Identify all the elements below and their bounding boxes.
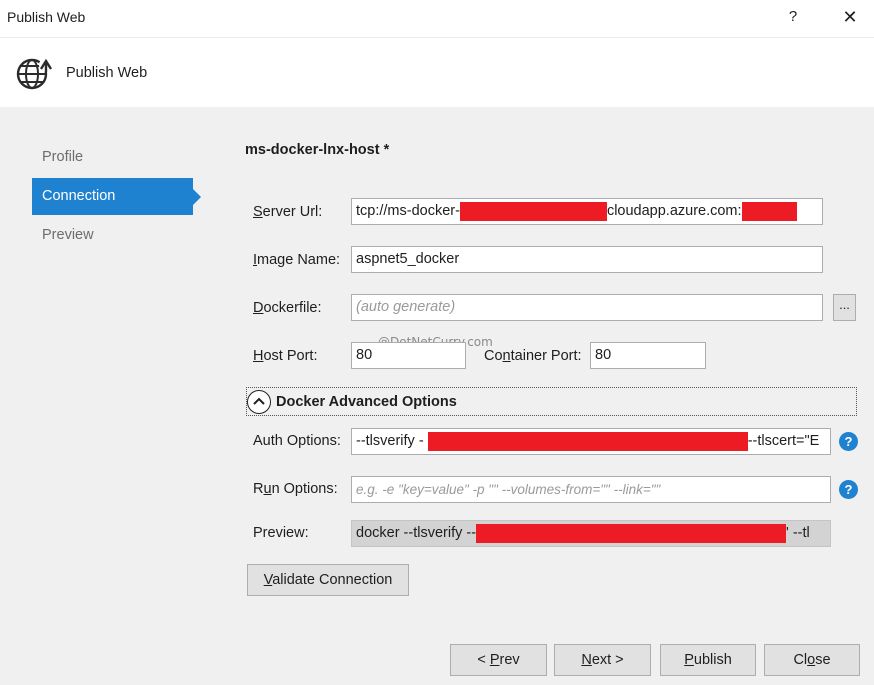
run-options-label: Run Options: (253, 481, 338, 497)
run-help-icon[interactable]: ? (839, 480, 858, 499)
nav-item-profile[interactable]: Profile (32, 139, 193, 176)
auth-options-input[interactable]: --tlsverify - --tlscert="E (351, 428, 831, 455)
auth-options-label: Auth Options: (253, 433, 341, 449)
globe-publish-icon (15, 55, 55, 91)
header-title: Publish Web (66, 65, 148, 81)
image-name-label: Image Name: (253, 252, 341, 268)
preview-value-suffix: ' --tl (786, 525, 810, 541)
host-port-label: Host Port: (253, 348, 318, 364)
server-url-label: Server Url: (253, 204, 323, 220)
auth-options-value-prefix: --tlsverify - (356, 433, 424, 449)
auth-help-icon[interactable]: ? (839, 432, 858, 451)
advanced-options-title: Docker Advanced Options (276, 394, 457, 410)
host-port-input[interactable]: 80 (351, 342, 466, 369)
prev-button[interactable]: < Prev (450, 644, 547, 676)
run-options-input[interactable]: e.g. -e "key=value" -p "" --volumes-from… (351, 476, 831, 503)
collapse-chevron-up-icon[interactable] (247, 390, 271, 414)
browse-dockerfile-button[interactable]: ... (833, 294, 856, 321)
publish-button[interactable]: Publish (660, 644, 756, 676)
close-window-button[interactable]: ✕ (836, 3, 864, 31)
dockerfile-input[interactable]: (auto generate) (351, 294, 823, 321)
redacted-block (427, 431, 748, 451)
server-url-value-prefix: tcp://ms-docker- (356, 203, 460, 219)
nav-item-connection[interactable]: Connection (32, 178, 193, 215)
nav-item-preview[interactable]: Preview (32, 217, 193, 254)
nav-selected-arrow-icon (193, 189, 201, 205)
help-button[interactable]: ? (779, 3, 807, 31)
close-button[interactable]: Close (764, 644, 860, 676)
preview-command-field: docker --tlsverify -- ' --tl (351, 520, 831, 547)
redacted-block (476, 523, 787, 543)
auth-options-value-suffix: --tlscert="E (747, 433, 820, 449)
container-port-label: Container Port: (484, 348, 582, 364)
validate-connection-button[interactable]: Validate Connection (247, 564, 409, 596)
dockerfile-label: Dockerfile: (253, 300, 322, 316)
redacted-block (459, 201, 607, 221)
server-url-value-mid: cloudapp.azure.com: (606, 203, 742, 219)
redacted-block (741, 201, 797, 221)
title-bar (0, 0, 874, 36)
profile-name: ms-docker-lnx-host * (245, 142, 390, 158)
next-button[interactable]: Next > (554, 644, 651, 676)
preview-value-prefix: docker --tlsverify -- (356, 525, 477, 541)
preview-label: Preview: (253, 525, 309, 541)
server-url-input[interactable]: tcp://ms-docker-cloudapp.azure.com: (351, 198, 823, 225)
window-title: Publish Web (7, 9, 86, 25)
image-name-input[interactable]: aspnet5_docker (351, 246, 823, 273)
container-port-input[interactable]: 80 (590, 342, 706, 369)
server-url-label-text: erver Url: (262, 204, 323, 220)
